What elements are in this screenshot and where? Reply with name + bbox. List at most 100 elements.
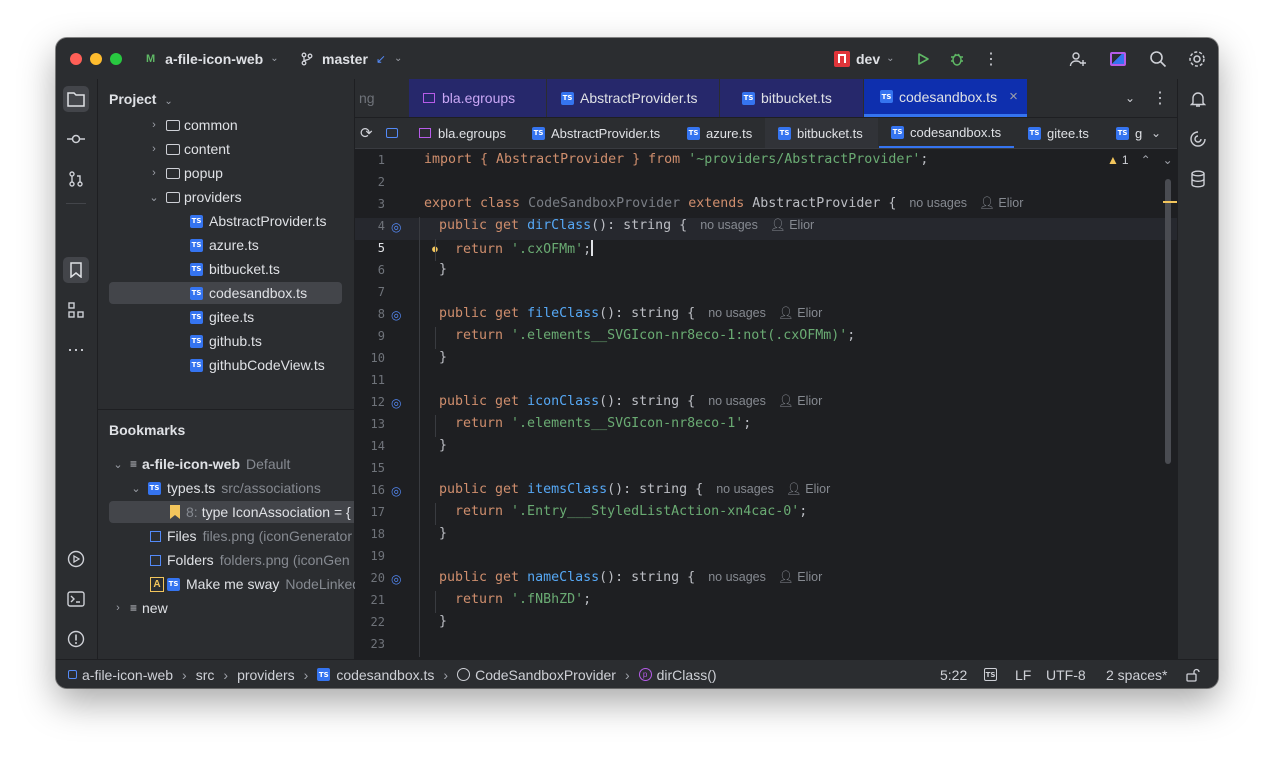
tab-more-icon[interactable]: ⋮	[1152, 79, 1168, 117]
tab2-gitee[interactable]: TS gitee.ts	[1028, 118, 1089, 148]
tab2-bitbucket[interactable]: TS bitbucket.ts	[765, 118, 878, 148]
tab-bitbucket[interactable]: TS bitbucket.ts	[720, 79, 863, 117]
branch-switcher[interactable]: master ↙ ⌄	[300, 38, 402, 79]
tab-codesandbox-active[interactable]: TS codesandbox.ts ×	[864, 79, 1027, 117]
tree-folder-providers[interactable]: ⌄ providers	[148, 186, 241, 208]
gear-icon[interactable]	[1186, 48, 1208, 70]
breadcrumb-item[interactable]: CodeSandboxProvider	[475, 667, 616, 683]
code-line: return '.elements__SVGIcon-nr8eco-1';	[455, 416, 751, 431]
panel-divider[interactable]	[98, 409, 354, 410]
ai-assistant-icon[interactable]	[1185, 126, 1211, 152]
tab-list-dropdown-icon[interactable]: ⌄	[1125, 79, 1135, 117]
breadcrumb-item[interactable]: a-file-icon-web	[82, 667, 173, 683]
tab2-azure[interactable]: TS azure.ts	[687, 118, 752, 148]
code-editor[interactable]: ▲ 1 ⌃ ⌄ 1 2 3 4 5 6 7 8 9 10 11 12 13 14…	[355, 149, 1177, 659]
tree-file-github[interactable]: TS github.ts	[190, 330, 262, 352]
usages-hint[interactable]: no usages	[700, 218, 758, 232]
tree-folder-content[interactable]: › content	[148, 138, 230, 160]
bookmark-file-types[interactable]: ⌄ TS types.ts src/associations	[130, 477, 320, 499]
breadcrumb-item[interactable]: codesandbox.ts	[336, 667, 434, 683]
usages-hint[interactable]: no usages	[708, 394, 766, 408]
author-hint[interactable]: 👤︎ Elior	[778, 394, 822, 408]
tree-folder-common[interactable]: › common	[148, 116, 238, 136]
breadcrumb-item[interactable]: providers	[237, 667, 295, 683]
implements-method-icon[interactable]: ◎	[391, 396, 405, 410]
tree-file-abstractprovider[interactable]: TS AbstractProvider.ts	[190, 210, 327, 232]
project-switcher[interactable]: M a-file-icon-web ⌄	[146, 38, 279, 79]
author-hint[interactable]: 👤︎ Elior	[979, 196, 1023, 210]
run-icon[interactable]	[912, 48, 934, 70]
tree-file-githubcodeview[interactable]: TS githubCodeView.ts	[190, 354, 325, 376]
debug-icon[interactable]	[946, 48, 968, 70]
unlock-icon[interactable]	[1186, 660, 1200, 688]
usages-hint[interactable]: no usages	[909, 196, 967, 210]
tab2-bla-egroups[interactable]: bla.egroups	[419, 118, 506, 148]
database-icon[interactable]	[1185, 166, 1211, 192]
tree-file-gitee[interactable]: TS gitee.ts	[190, 306, 254, 328]
tree-folder-popup[interactable]: › popup	[148, 162, 223, 184]
indent-setting[interactable]: 2 spaces*	[1106, 660, 1167, 688]
typescript-file-icon: TS	[167, 577, 180, 591]
implements-method-icon[interactable]: ◎	[391, 308, 405, 322]
tree-file-codesandbox[interactable]: TS codesandbox.ts	[109, 282, 342, 304]
tab-partial[interactable]: ng	[359, 79, 375, 117]
warning-stripe-marker[interactable]	[1163, 201, 1177, 203]
problems-icon[interactable]	[63, 626, 89, 652]
file-type-icon[interactable]: TS	[984, 660, 1003, 688]
search-icon[interactable]	[1147, 48, 1169, 70]
code-token: ;	[583, 242, 592, 257]
refresh-icon[interactable]: ⟳	[360, 118, 373, 148]
commit-tool-icon[interactable]	[63, 126, 89, 152]
vertical-scrollbar[interactable]	[1165, 179, 1171, 464]
implements-method-icon[interactable]: ◎	[391, 484, 405, 498]
tab2-abstractprovider[interactable]: TS AbstractProvider.ts	[532, 118, 660, 148]
structure-tool-icon[interactable]	[63, 297, 89, 323]
usages-hint[interactable]: no usages	[708, 306, 766, 320]
add-user-icon[interactable]	[1067, 48, 1089, 70]
bookmark-files[interactable]: Files files.png (iconGenerator	[150, 525, 352, 547]
close-window-button[interactable]	[70, 53, 82, 65]
implements-method-icon[interactable]: ◎	[391, 572, 405, 586]
usages-hint[interactable]: no usages	[716, 482, 774, 496]
pull-requests-icon[interactable]	[63, 166, 89, 192]
breadcrumb-item[interactable]: src	[196, 667, 215, 683]
code-token: extends	[680, 196, 753, 211]
select-in-project-icon[interactable]	[386, 118, 398, 148]
bookmark-group-root[interactable]: ⌄ ≡ a-file-icon-web Default	[112, 453, 290, 475]
zoom-window-button[interactable]	[110, 53, 122, 65]
run-config-selector[interactable]: dev ⌄	[834, 38, 895, 79]
minimize-window-button[interactable]	[90, 53, 102, 65]
tab-bla-egroups[interactable]: bla.egroups	[409, 79, 546, 117]
tab2-codesandbox-active[interactable]: TS codesandbox.ts	[879, 118, 1014, 148]
plugin-icon[interactable]	[1107, 48, 1129, 70]
bookmark-group-new[interactable]: › ≡ new	[112, 597, 168, 619]
bookmark-folders[interactable]: Folders folders.png (iconGen	[150, 549, 350, 571]
author-hint[interactable]: 👤︎ Elior	[786, 482, 830, 496]
notifications-icon[interactable]	[1185, 86, 1211, 112]
inspection-widget[interactable]: ▲ 1 ⌃ ⌄	[1107, 153, 1173, 167]
implements-method-icon[interactable]: ◎	[391, 220, 405, 234]
services-icon[interactable]	[63, 546, 89, 572]
project-panel-header[interactable]: Project ⌄	[109, 91, 173, 107]
tree-file-azure[interactable]: TS azure.ts	[190, 234, 259, 256]
line-separator[interactable]: LF	[1015, 660, 1031, 688]
close-tab-icon[interactable]: ×	[1009, 88, 1018, 105]
tab2-partial[interactable]: TS g	[1116, 118, 1142, 148]
tab-list-dropdown-icon[interactable]: ⌄	[1151, 118, 1161, 148]
breadcrumb-item[interactable]: dirClass()	[657, 667, 717, 683]
bookmarks-tool-icon[interactable]	[63, 257, 89, 283]
author-hint[interactable]: 👤︎ Elior	[770, 218, 814, 232]
terminal-icon[interactable]	[63, 586, 89, 612]
bookmark-mnemonic[interactable]: A TS Make me sway NodeLinked	[150, 573, 360, 595]
tab-abstractprovider[interactable]: TS AbstractProvider.ts	[547, 79, 719, 117]
caret-position[interactable]: 5:22	[940, 660, 967, 688]
author-hint[interactable]: 👤︎ Elior	[778, 306, 822, 320]
more-tools-icon[interactable]: ⋯	[63, 337, 89, 363]
author-hint[interactable]: 👤︎ Elior	[778, 570, 822, 584]
usages-hint[interactable]: no usages	[708, 570, 766, 584]
file-encoding[interactable]: UTF-8	[1046, 660, 1086, 688]
tree-file-bitbucket[interactable]: TS bitbucket.ts	[190, 258, 280, 280]
bookmark-line-item[interactable]: 8: type IconAssociation = {	[109, 501, 354, 523]
more-actions-icon[interactable]: ⋮	[980, 48, 1002, 70]
project-tool-icon[interactable]	[63, 86, 89, 112]
